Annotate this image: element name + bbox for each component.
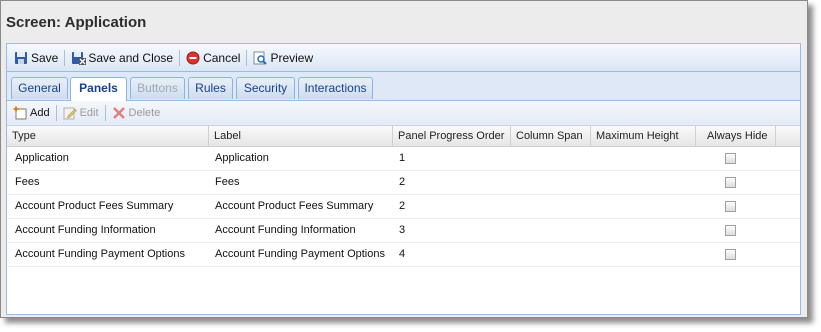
save-label: Save: [31, 50, 59, 65]
cell-order: 3: [399, 224, 406, 236]
save-button[interactable]: Save: [11, 48, 61, 68]
cell-maximum-height: [592, 147, 597, 170]
always-hide-checkbox[interactable]: [725, 249, 736, 260]
cell-type: Account Funding Information: [15, 224, 156, 236]
floppy-disk-icon: [14, 51, 28, 65]
delete-label: Delete: [128, 107, 161, 119]
add-button[interactable]: Add: [10, 106, 53, 120]
cell-order: 2: [399, 176, 406, 188]
save-close-icon: [71, 51, 87, 65]
table-row[interactable]: Account Funding Information Account Fund…: [7, 219, 800, 243]
cancel-label: Cancel: [203, 50, 241, 65]
tab-rules[interactable]: Rules: [188, 77, 233, 99]
column-header-panel-progress-order[interactable]: Panel Progress Order: [393, 126, 511, 146]
cell-label: Account Funding Payment Options: [215, 248, 385, 260]
tab-buttons: Buttons: [130, 77, 185, 99]
cell-label: Application: [215, 152, 269, 164]
cell-order: 2: [399, 200, 406, 212]
cell-always-hide: [696, 147, 776, 170]
cell-order: 1: [399, 152, 406, 164]
edit-label: Edit: [79, 107, 99, 119]
preview-icon: [253, 51, 268, 65]
table-row[interactable]: Application Application 1: [7, 147, 800, 171]
toolbar-separator: [179, 49, 181, 66]
cell-column-span: [512, 147, 517, 170]
toolbar-separator: [55, 105, 57, 121]
tab-interactions[interactable]: Interactions: [298, 77, 373, 99]
cell-type: Fees: [15, 176, 40, 188]
tab-strip: General Panels Buttons Rules Security In…: [7, 72, 800, 101]
cell-always-hide: [696, 243, 776, 266]
cell-label: Account Product Fees Summary: [215, 200, 374, 212]
toolbar-separator: [104, 105, 106, 121]
column-header-maximum-height[interactable]: Maximum Height: [591, 126, 696, 146]
preview-label: Preview: [270, 50, 314, 65]
page-title: Screen: Application: [6, 14, 147, 31]
cell-maximum-height: [592, 195, 597, 218]
always-hide-checkbox[interactable]: [725, 153, 736, 164]
column-header-type[interactable]: Type: [7, 126, 209, 146]
cell-type: Application: [15, 152, 69, 164]
toolbar-separator: [246, 49, 248, 66]
screen-window: Screen: Application Save Save and Close: [0, 0, 808, 318]
delete-button: Delete: [109, 106, 164, 120]
cell-type: Account Funding Payment Options: [15, 248, 185, 260]
cell-maximum-height: [592, 219, 597, 242]
column-header-column-span[interactable]: Column Span: [511, 126, 591, 146]
always-hide-checkbox[interactable]: [725, 201, 736, 212]
tab-security[interactable]: Security: [236, 77, 295, 99]
grid-actions-toolbar: Add Edit Delete: [7, 101, 800, 126]
save-and-close-label: Save and Close: [88, 50, 174, 65]
add-label: Add: [30, 107, 50, 119]
column-header-always-hide[interactable]: Always Hide: [696, 126, 776, 146]
save-and-close-button[interactable]: Save and Close: [68, 48, 176, 68]
edit-button: Edit: [60, 106, 102, 120]
table-row[interactable]: Account Funding Payment Options Account …: [7, 243, 800, 267]
edit-icon: [63, 106, 77, 120]
cell-always-hide: [696, 219, 776, 242]
cell-column-span: [512, 171, 517, 194]
toolbar-separator: [64, 49, 66, 66]
cell-column-span: [512, 195, 517, 218]
always-hide-checkbox[interactable]: [725, 225, 736, 236]
always-hide-checkbox[interactable]: [725, 177, 736, 188]
cell-label: Fees: [215, 176, 240, 188]
cell-column-span: [512, 219, 517, 242]
tab-panels[interactable]: Panels: [70, 77, 127, 101]
cell-column-span: [512, 243, 517, 266]
tab-general[interactable]: General: [11, 77, 68, 99]
cell-order: 4: [399, 248, 406, 260]
cell-label: Account Funding Information: [215, 224, 356, 236]
column-header-label[interactable]: Label: [209, 126, 393, 146]
table-row[interactable]: Account Product Fees Summary Account Pro…: [7, 195, 800, 219]
main-toolbar: Save Save and Close Cancel Preview: [7, 44, 800, 72]
cell-type: Account Product Fees Summary: [15, 200, 174, 212]
preview-button[interactable]: Preview: [250, 48, 316, 68]
cell-maximum-height: [592, 243, 597, 266]
cancel-button[interactable]: Cancel: [183, 48, 243, 68]
cell-maximum-height: [592, 171, 597, 194]
cell-always-hide: [696, 195, 776, 218]
cell-always-hide: [696, 171, 776, 194]
add-icon: [13, 106, 27, 120]
table-row[interactable]: Fees Fees 2: [7, 171, 800, 195]
screen-panel: Save Save and Close Cancel Preview Gener…: [6, 43, 801, 315]
cancel-icon: [186, 51, 200, 65]
delete-icon: [112, 106, 126, 120]
grid-header: Type Label Panel Progress Order Column S…: [7, 126, 800, 147]
